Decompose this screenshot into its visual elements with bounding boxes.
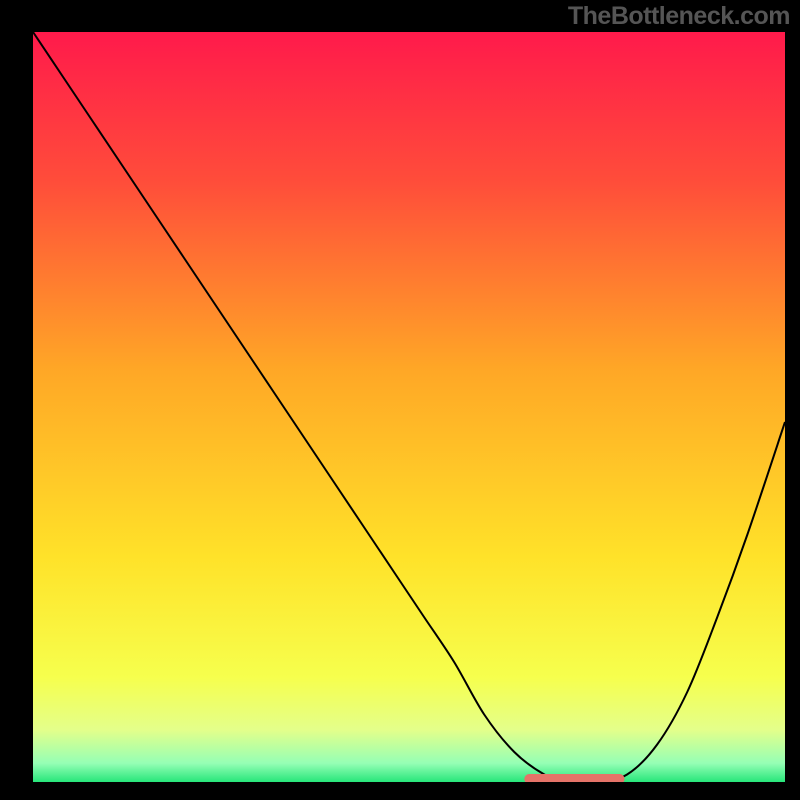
attribution-label: TheBottleneck.com [568, 2, 790, 31]
chart-svg [33, 32, 785, 782]
chart-plot [33, 32, 785, 782]
gradient-background [33, 32, 785, 782]
chart-frame: TheBottleneck.com [0, 0, 800, 800]
